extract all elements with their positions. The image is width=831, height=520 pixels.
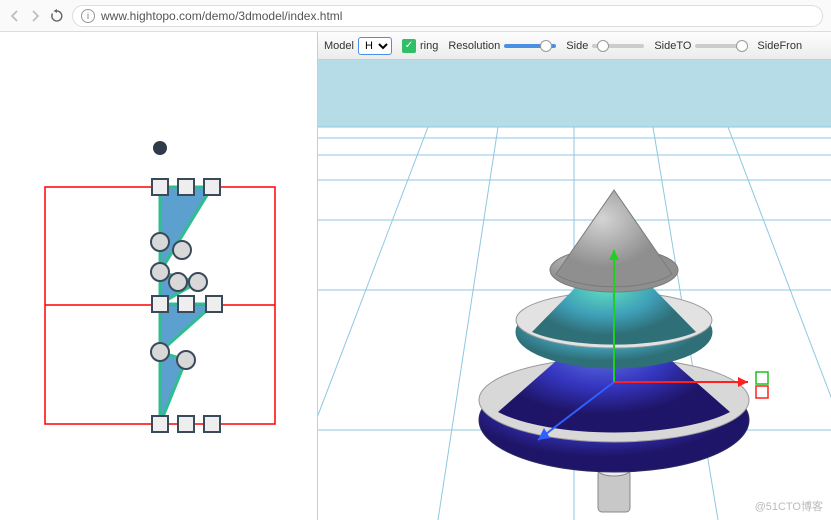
model-label: Model — [324, 40, 354, 52]
viewport-3d[interactable]: @51CTO博客 — [318, 60, 831, 520]
graph-node[interactable] — [151, 343, 169, 361]
model-control: Model H — [324, 37, 392, 55]
resolution-slider[interactable] — [504, 44, 556, 48]
graph-node[interactable] — [153, 141, 167, 155]
address-bar[interactable]: i www.hightopo.com/demo/3dmodel/index.ht… — [72, 5, 823, 27]
resolution-label: Resolution — [448, 40, 500, 52]
graph-node[interactable] — [204, 416, 220, 432]
graph-node[interactable] — [151, 263, 169, 281]
url-text: www.hightopo.com/demo/3dmodel/index.html — [101, 9, 342, 23]
side-slider[interactable] — [592, 44, 644, 48]
control-toolbar: Model H ✓ ring Resolution Side SideTO Si… — [318, 32, 831, 60]
model-select[interactable]: H — [358, 37, 392, 55]
graph-node[interactable] — [152, 416, 168, 432]
side-label: Side — [566, 40, 588, 52]
graph-node[interactable] — [178, 416, 194, 432]
sidefrom-label: SideFron — [757, 40, 802, 52]
browser-toolbar: i www.hightopo.com/demo/3dmodel/index.ht… — [0, 0, 831, 32]
graph-node[interactable] — [169, 273, 187, 291]
reload-button[interactable] — [50, 9, 64, 23]
info-icon: i — [81, 9, 95, 23]
ring-control[interactable]: ✓ ring — [402, 39, 438, 53]
side-control: Side — [566, 40, 644, 52]
graph-node[interactable] — [178, 179, 194, 195]
graph-node[interactable] — [178, 296, 194, 312]
graph-node[interactable] — [152, 296, 168, 312]
graph-node[interactable] — [177, 351, 195, 369]
graph-node[interactable] — [189, 273, 207, 291]
ring-label: ring — [420, 40, 438, 52]
resolution-control: Resolution — [448, 40, 556, 52]
graph-node[interactable] — [206, 296, 222, 312]
graph-node[interactable] — [151, 233, 169, 251]
sideto-label: SideTO — [654, 40, 691, 52]
forward-button[interactable] — [28, 9, 42, 23]
watermark: @51CTO博客 — [755, 498, 823, 514]
checkbox-icon: ✓ — [402, 39, 416, 53]
graph-node[interactable] — [152, 179, 168, 195]
back-button[interactable] — [8, 9, 22, 23]
graph-node[interactable] — [173, 241, 191, 259]
graph-editor-panel[interactable] — [0, 32, 318, 520]
sideto-control: SideTO — [654, 40, 747, 52]
sideto-slider[interactable] — [695, 44, 747, 48]
graph-node[interactable] — [204, 179, 220, 195]
